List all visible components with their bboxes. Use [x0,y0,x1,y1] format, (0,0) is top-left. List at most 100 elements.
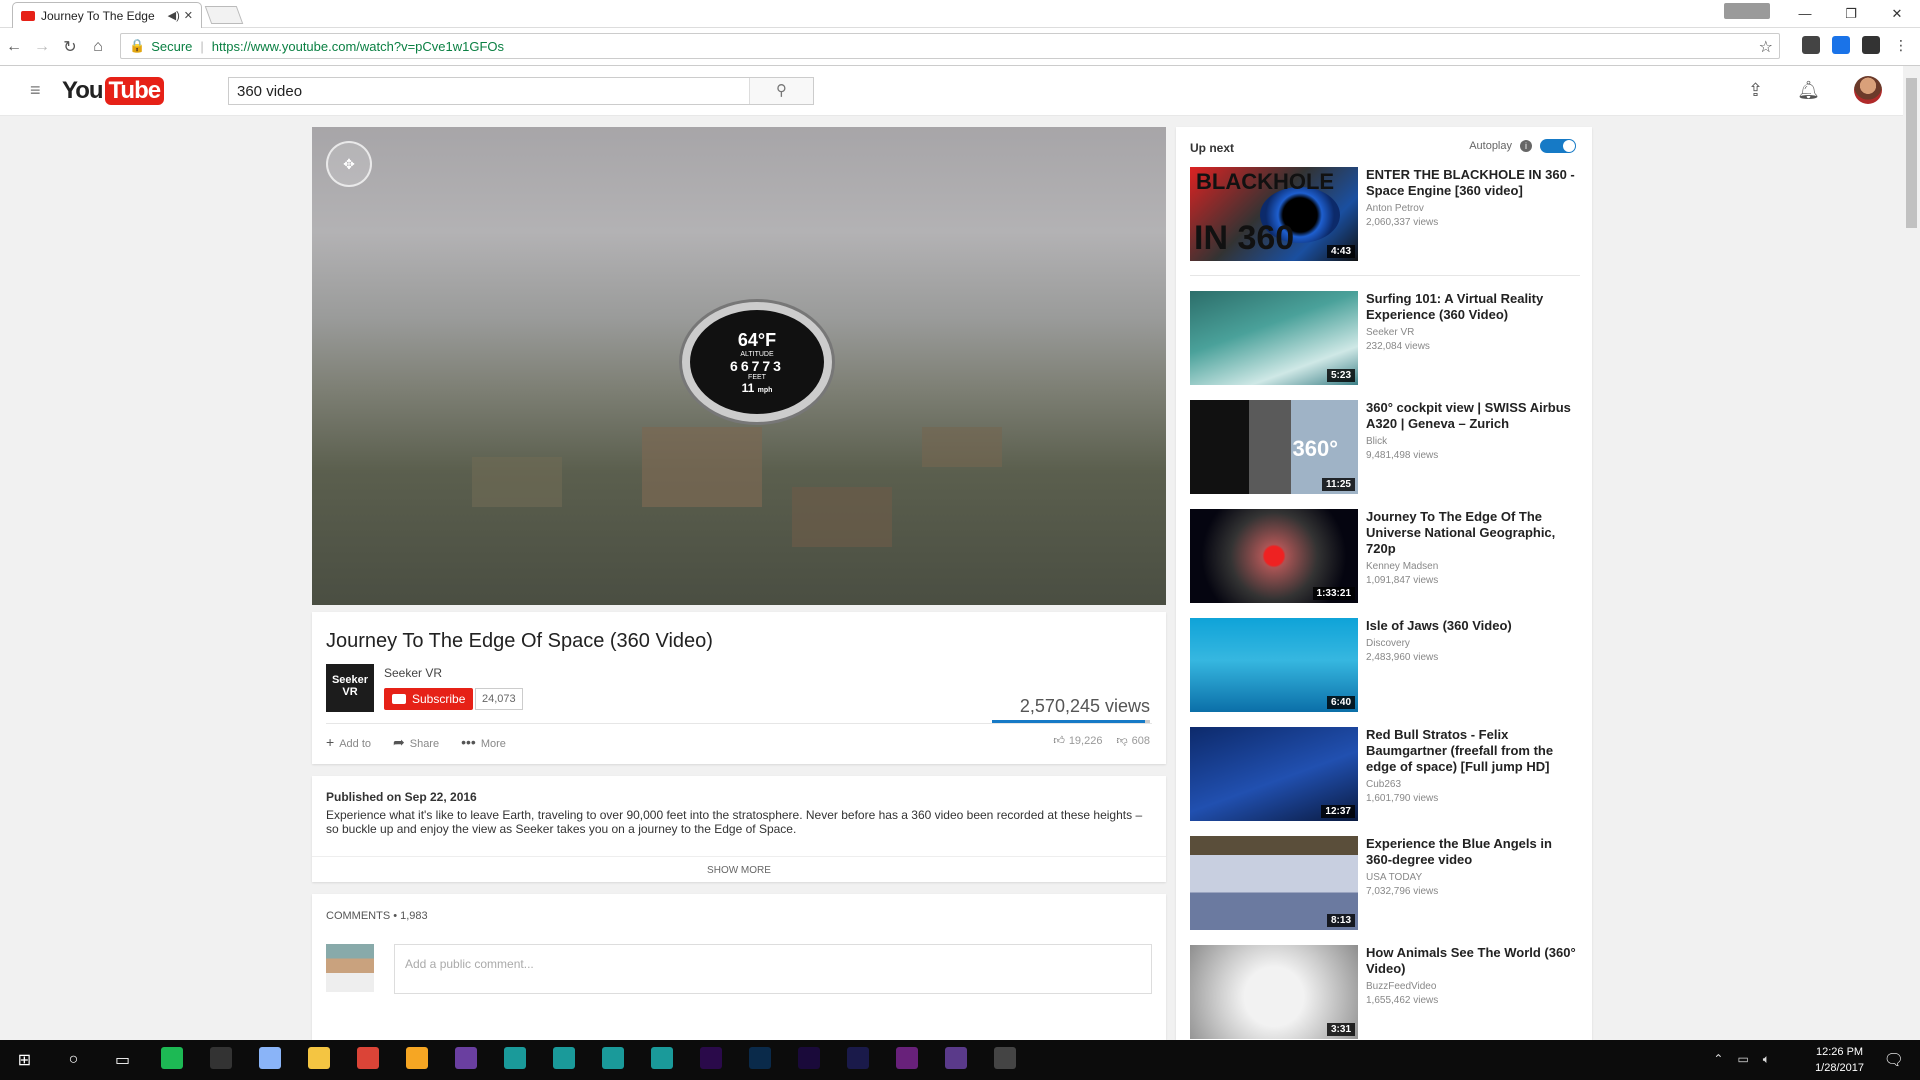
taskbar-app-chrome-icon[interactable] [343,1046,392,1074]
network-icon[interactable]: ▭ [1737,1052,1748,1067]
address-bar[interactable]: 🔒 Secure | https://www.youtube.com/watch… [120,33,1780,59]
new-tab-button[interactable] [204,6,244,24]
video-title[interactable]: ENTER THE BLACKHOLE IN 360 - Space Engin… [1366,167,1580,199]
page-scrollbar[interactable] [1903,66,1920,1040]
tab-audio-icon[interactable]: ◀) [168,9,180,22]
scrollbar-thumb[interactable] [1906,78,1917,228]
list-item[interactable]: 8:13 Experience the Blue Angels in 360-d… [1190,836,1580,932]
tab-close-icon[interactable]: ✕ [184,9,193,22]
close-window-button[interactable]: ✕ [1874,0,1920,28]
taskbar-app-explorer-icon[interactable] [294,1046,343,1074]
taskbar-app-spotify-icon[interactable] [147,1046,196,1074]
list-item[interactable]: 12:37 Red Bull Stratos - Felix Baumgartn… [1190,727,1580,823]
back-icon[interactable]: ← [0,38,28,56]
likes-dislikes: 👍︎ 19,226 👎︎ 608 [1053,734,1150,747]
taskbar-app-app-teal-4-icon[interactable] [637,1046,686,1074]
search-input[interactable] [229,78,749,104]
clock-time: 12:26 PM [1815,1046,1864,1058]
url-text[interactable]: https://www.youtube.com/watch?v=pCve1w1G… [212,39,504,54]
taskbar-app-after-effects-icon[interactable] [784,1046,833,1074]
extension-2-icon[interactable] [1832,36,1850,54]
thumbnail-text: IN 360 [1194,219,1295,257]
extension-3-icon[interactable] [1862,36,1880,54]
like-button[interactable]: 👍︎ 19,226 [1053,734,1102,747]
user-avatar[interactable] [1854,76,1882,104]
video-title[interactable]: Experience the Blue Angels in 360-degree… [1366,836,1580,868]
thumbnail-text: 360° [1292,436,1338,461]
chrome-menu-icon[interactable]: ⋮ [1892,36,1910,54]
video-thumbnail[interactable]: 3:31 [1190,945,1358,1039]
video-player[interactable]: ✥ 64°F ALTITUDE 66773 FEET 11 mph [312,127,1166,605]
taskbar-app-app-purple-icon[interactable] [441,1046,490,1074]
video-thumbnail[interactable]: 8:13 [1190,836,1358,930]
extensions: ⋮ [1802,36,1910,54]
list-item[interactable]: 5:23 Surfing 101: A Virtual Reality Expe… [1190,291,1580,387]
video-title[interactable]: Surfing 101: A Virtual Reality Experienc… [1366,291,1580,323]
video-title[interactable]: Isle of Jaws (360 Video) [1366,618,1580,634]
channel-name[interactable]: Seeker VR [384,666,442,680]
taskbar-app-app-teal-2-icon[interactable] [539,1046,588,1074]
video-title[interactable]: Red Bull Stratos - Felix Baumgartner (fr… [1366,727,1580,775]
share-button[interactable]: ➦ Share [393,734,439,751]
taskbar-app-lightroom-icon[interactable] [833,1046,882,1074]
task-view-icon[interactable]: ▭ [98,1050,147,1070]
youtube-logo[interactable]: You Tube [62,77,165,105]
taskbar-app-unity-icon[interactable] [980,1046,1029,1074]
taskbar-app-premiere-icon[interactable] [686,1046,735,1074]
taskbar-app-app-circle-icon[interactable] [931,1046,980,1074]
more-icon: ••• [461,734,476,750]
action-center-icon[interactable]: 🗨︎ [1884,1050,1904,1070]
video-title[interactable]: How Animals See The World (360° Video) [1366,945,1580,977]
search-button-icon[interactable]: ⚲ [749,78,813,104]
subscribe-button[interactable]: Subscribe [384,688,474,710]
video-title[interactable]: Journey To The Edge Of The Universe Nati… [1366,509,1580,557]
list-item[interactable]: 3:31 How Animals See The World (360° Vid… [1190,945,1580,1041]
windows-start-icon[interactable]: ⊞ [0,1050,49,1070]
volume-icon[interactable]: 🔈︎ [1763,1052,1770,1067]
list-item[interactable]: 1:33:21 Journey To The Edge Of The Unive… [1190,509,1580,605]
list-item[interactable]: 6:40 Isle of Jaws (360 Video) Discovery … [1190,618,1580,714]
hamburger-menu-icon[interactable]: ≡ [30,80,41,101]
tray-chevron-icon[interactable]: ⌃ [1713,1052,1723,1067]
view-count: 2,483,960 views [1366,652,1439,663]
video-thumbnail[interactable]: 360° 11:25 [1190,400,1358,494]
video-thumbnail[interactable]: 1:33:21 [1190,509,1358,603]
forward-icon[interactable]: → [28,38,56,56]
info-icon[interactable]: i [1520,140,1532,152]
home-icon[interactable]: ⌂ [84,38,112,56]
comment-user-avatar [326,944,374,992]
profile-chip[interactable] [1724,3,1770,19]
cortana-search-icon[interactable]: ○ [49,1051,98,1069]
list-item[interactable]: 360° 11:25 360° cockpit view | SWISS Air… [1190,400,1580,496]
taskbar-app-notes-icon[interactable] [392,1046,441,1074]
taskbar-app-photoshop-icon[interactable] [735,1046,784,1074]
video-thumbnail[interactable]: BLACKHOLE IN 360 4:43 [1190,167,1358,261]
video-title[interactable]: 360° cockpit view | SWISS Airbus A320 | … [1366,400,1580,432]
video-thumbnail[interactable]: 6:40 [1190,618,1358,712]
minimize-button[interactable]: — [1782,0,1828,28]
360-navigation-control-icon[interactable]: ✥ [326,141,372,187]
restore-button[interactable]: ❐ [1828,0,1874,28]
video-thumbnail[interactable]: 12:37 [1190,727,1358,821]
taskbar-app-terminal-icon[interactable] [196,1046,245,1074]
add-to-button[interactable]: + Add to [326,734,371,751]
dislike-button[interactable]: 👎︎ 608 [1116,734,1150,747]
autoplay-toggle[interactable] [1540,139,1576,153]
taskbar-app-visual-studio-icon[interactable] [882,1046,931,1074]
channel-avatar[interactable]: Seeker VR [326,664,374,712]
clock[interactable]: 12:26 PM 1/28/2017 [1815,1044,1864,1076]
reload-icon[interactable]: ↻ [56,37,84,57]
list-item[interactable]: BLACKHOLE IN 360 4:43 ENTER THE BLACKHOL… [1190,167,1580,263]
show-more-button[interactable]: SHOW MORE [312,856,1166,876]
video-thumbnail[interactable]: 5:23 [1190,291,1358,385]
notifications-bell-icon[interactable]: 🔔︎ [1797,80,1820,101]
comment-input[interactable]: Add a public comment... [394,944,1152,994]
taskbar-app-app-teal-3-icon[interactable] [588,1046,637,1074]
extension-1-icon[interactable] [1802,36,1820,54]
more-button[interactable]: ••• More [461,734,506,751]
taskbar-app-notepad-icon[interactable] [245,1046,294,1074]
taskbar-app-app-teal-1-icon[interactable] [490,1046,539,1074]
browser-tab[interactable]: Journey To The Edge ◀) ✕ [12,2,202,28]
upload-icon[interactable]: ⇪ [1748,80,1763,101]
bookmark-star-icon[interactable]: ☆ [1759,37,1773,57]
